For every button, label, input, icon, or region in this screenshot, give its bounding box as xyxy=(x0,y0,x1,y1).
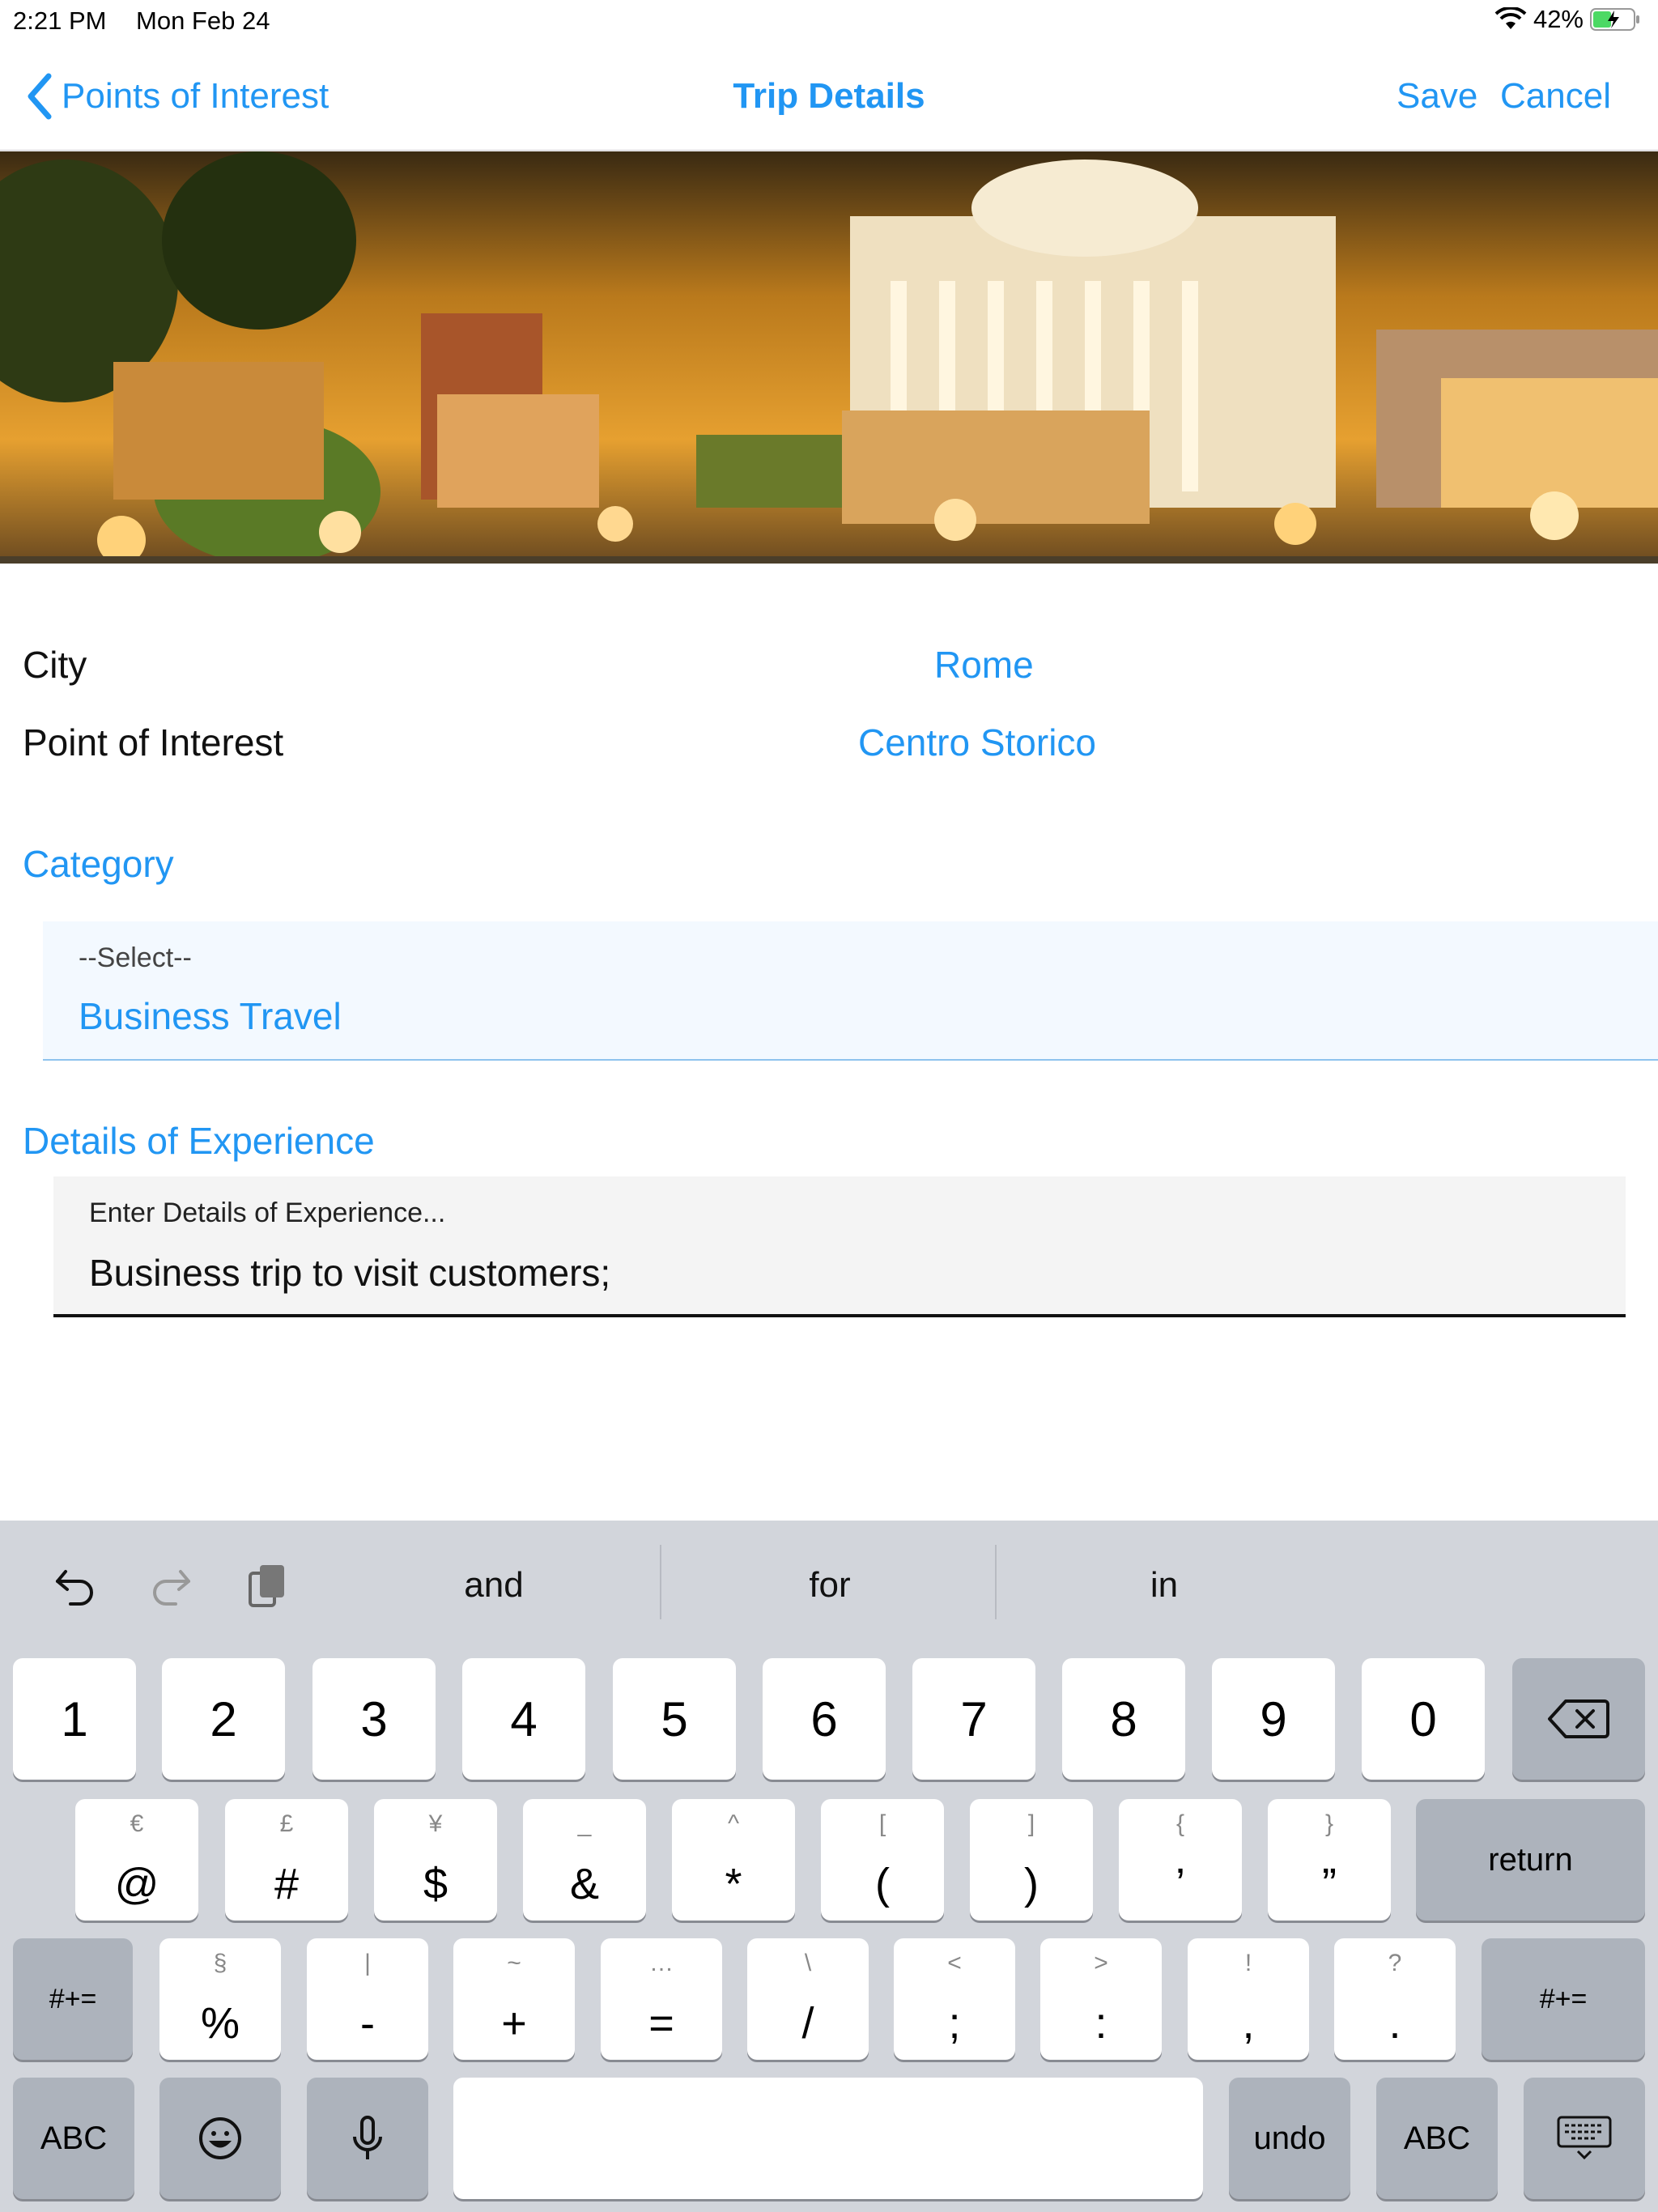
key-7[interactable]: 7 xyxy=(912,1658,1035,1780)
navigation-bar: Points of Interest Trip Details Save Can… xyxy=(0,42,1658,151)
city-value: Rome xyxy=(934,644,1034,686)
details-placeholder: Enter Details of Experience... xyxy=(89,1197,446,1228)
suggestion-2[interactable]: for xyxy=(692,1553,967,1618)
details-section-label: Details of Experience xyxy=(23,1120,375,1162)
chevron-left-icon xyxy=(28,73,52,120)
key-5[interactable]: 5 xyxy=(613,1658,736,1780)
microphone-icon xyxy=(353,2116,382,2159)
emoji-icon xyxy=(199,2117,241,2159)
dictation-key[interactable] xyxy=(307,2078,428,2199)
details-text: Business trip to visit customers; xyxy=(89,1252,611,1294)
redo-icon[interactable] xyxy=(142,1556,199,1613)
emoji-key[interactable] xyxy=(159,2078,281,2199)
key-asterisk[interactable]: ^ * xyxy=(672,1799,795,1921)
key-1[interactable]: 1 xyxy=(13,1658,136,1780)
status-time: 2:21 PM xyxy=(13,6,107,35)
key-percent[interactable]: §% xyxy=(159,1938,281,2060)
keyboard-dismiss-icon xyxy=(1557,2116,1612,2160)
key-4[interactable]: 4 xyxy=(462,1658,585,1780)
symbols-key-right[interactable]: #+= xyxy=(1482,1938,1645,2060)
key-comma[interactable]: !, xyxy=(1188,1938,1309,2060)
key-9[interactable]: 9 xyxy=(1212,1658,1335,1780)
suggestion-1[interactable]: and xyxy=(356,1553,631,1618)
status-right: 42% xyxy=(1494,5,1642,34)
key-semicolon[interactable]: <; xyxy=(894,1938,1015,2060)
status-date: Mon Feb 24 xyxy=(136,6,270,35)
key-slash[interactable]: \ / xyxy=(747,1938,869,2060)
abc-key-right[interactable]: ABC xyxy=(1376,2078,1498,2199)
key-open-paren[interactable]: [( xyxy=(821,1799,944,1921)
undo-key[interactable]: undo xyxy=(1229,2078,1350,2199)
symbols-key-left[interactable]: #+= xyxy=(13,1938,133,2060)
return-key[interactable]: return xyxy=(1416,1799,1645,1921)
details-editor[interactable]: Enter Details of Experience... Business … xyxy=(53,1176,1626,1317)
onscreen-keyboard: and for in 1 2 3 4 5 6 7 8 9 0 € @ £ # ¥ $ … xyxy=(0,1521,1658,2212)
dismiss-keyboard-key[interactable] xyxy=(1524,2078,1645,2199)
page-title: Trip Details xyxy=(733,76,925,116)
key-2[interactable]: 2 xyxy=(162,1658,285,1780)
city-label: City xyxy=(23,644,87,686)
city-hero-image xyxy=(0,151,1658,564)
key-colon[interactable]: >: xyxy=(1040,1938,1162,2060)
category-picker[interactable]: --Select-- Business Travel xyxy=(43,921,1658,1061)
key-6[interactable]: 6 xyxy=(763,1658,886,1780)
abc-key-left[interactable]: ABC xyxy=(13,2078,134,2199)
delete-key[interactable] xyxy=(1512,1658,1645,1780)
battery-charging-icon xyxy=(1590,8,1639,31)
back-button[interactable]: Points of Interest xyxy=(24,71,329,121)
category-placeholder: --Select-- xyxy=(79,942,192,973)
wifi-icon xyxy=(1494,7,1527,29)
key-hash[interactable]: £ # xyxy=(225,1799,348,1921)
key-close-paren[interactable]: ]) xyxy=(970,1799,1093,1921)
save-button[interactable]: Save xyxy=(1397,76,1477,117)
status-bar: 2:21 PM Mon Feb 24 42% xyxy=(0,0,1658,42)
key-at[interactable]: € @ xyxy=(75,1799,198,1921)
backspace-icon xyxy=(1548,1699,1609,1738)
category-selected-value: Business Travel xyxy=(79,995,342,1037)
cancel-button[interactable]: Cancel xyxy=(1500,76,1611,117)
key-8[interactable]: 8 xyxy=(1062,1658,1185,1780)
space-key[interactable] xyxy=(453,2078,1203,2199)
category-section-label: Category xyxy=(23,843,174,885)
key-ampersand[interactable]: _ & xyxy=(523,1799,646,1921)
key-plus[interactable]: ~ + xyxy=(453,1938,575,2060)
key-apostrophe[interactable]: {’ xyxy=(1119,1799,1242,1921)
key-equals[interactable]: … = xyxy=(601,1938,722,2060)
key-3[interactable]: 3 xyxy=(312,1658,436,1780)
battery-percent: 42% xyxy=(1533,5,1584,33)
poi-value: Centro Storico xyxy=(858,721,1097,764)
suggestion-divider xyxy=(995,1545,997,1619)
paste-icon[interactable] xyxy=(240,1556,296,1613)
key-period[interactable]: ?. xyxy=(1334,1938,1456,2060)
key-0[interactable]: 0 xyxy=(1362,1658,1485,1780)
key-hyphen[interactable]: | - xyxy=(307,1938,428,2060)
suggestion-divider xyxy=(660,1545,661,1619)
poi-label: Point of Interest xyxy=(23,721,284,764)
key-dollar[interactable]: ¥ $ xyxy=(374,1799,497,1921)
undo-icon[interactable] xyxy=(47,1556,104,1613)
back-button-label: Points of Interest xyxy=(62,76,329,116)
suggestion-3[interactable]: in xyxy=(1027,1553,1302,1618)
key-quote[interactable]: }” xyxy=(1268,1799,1391,1921)
